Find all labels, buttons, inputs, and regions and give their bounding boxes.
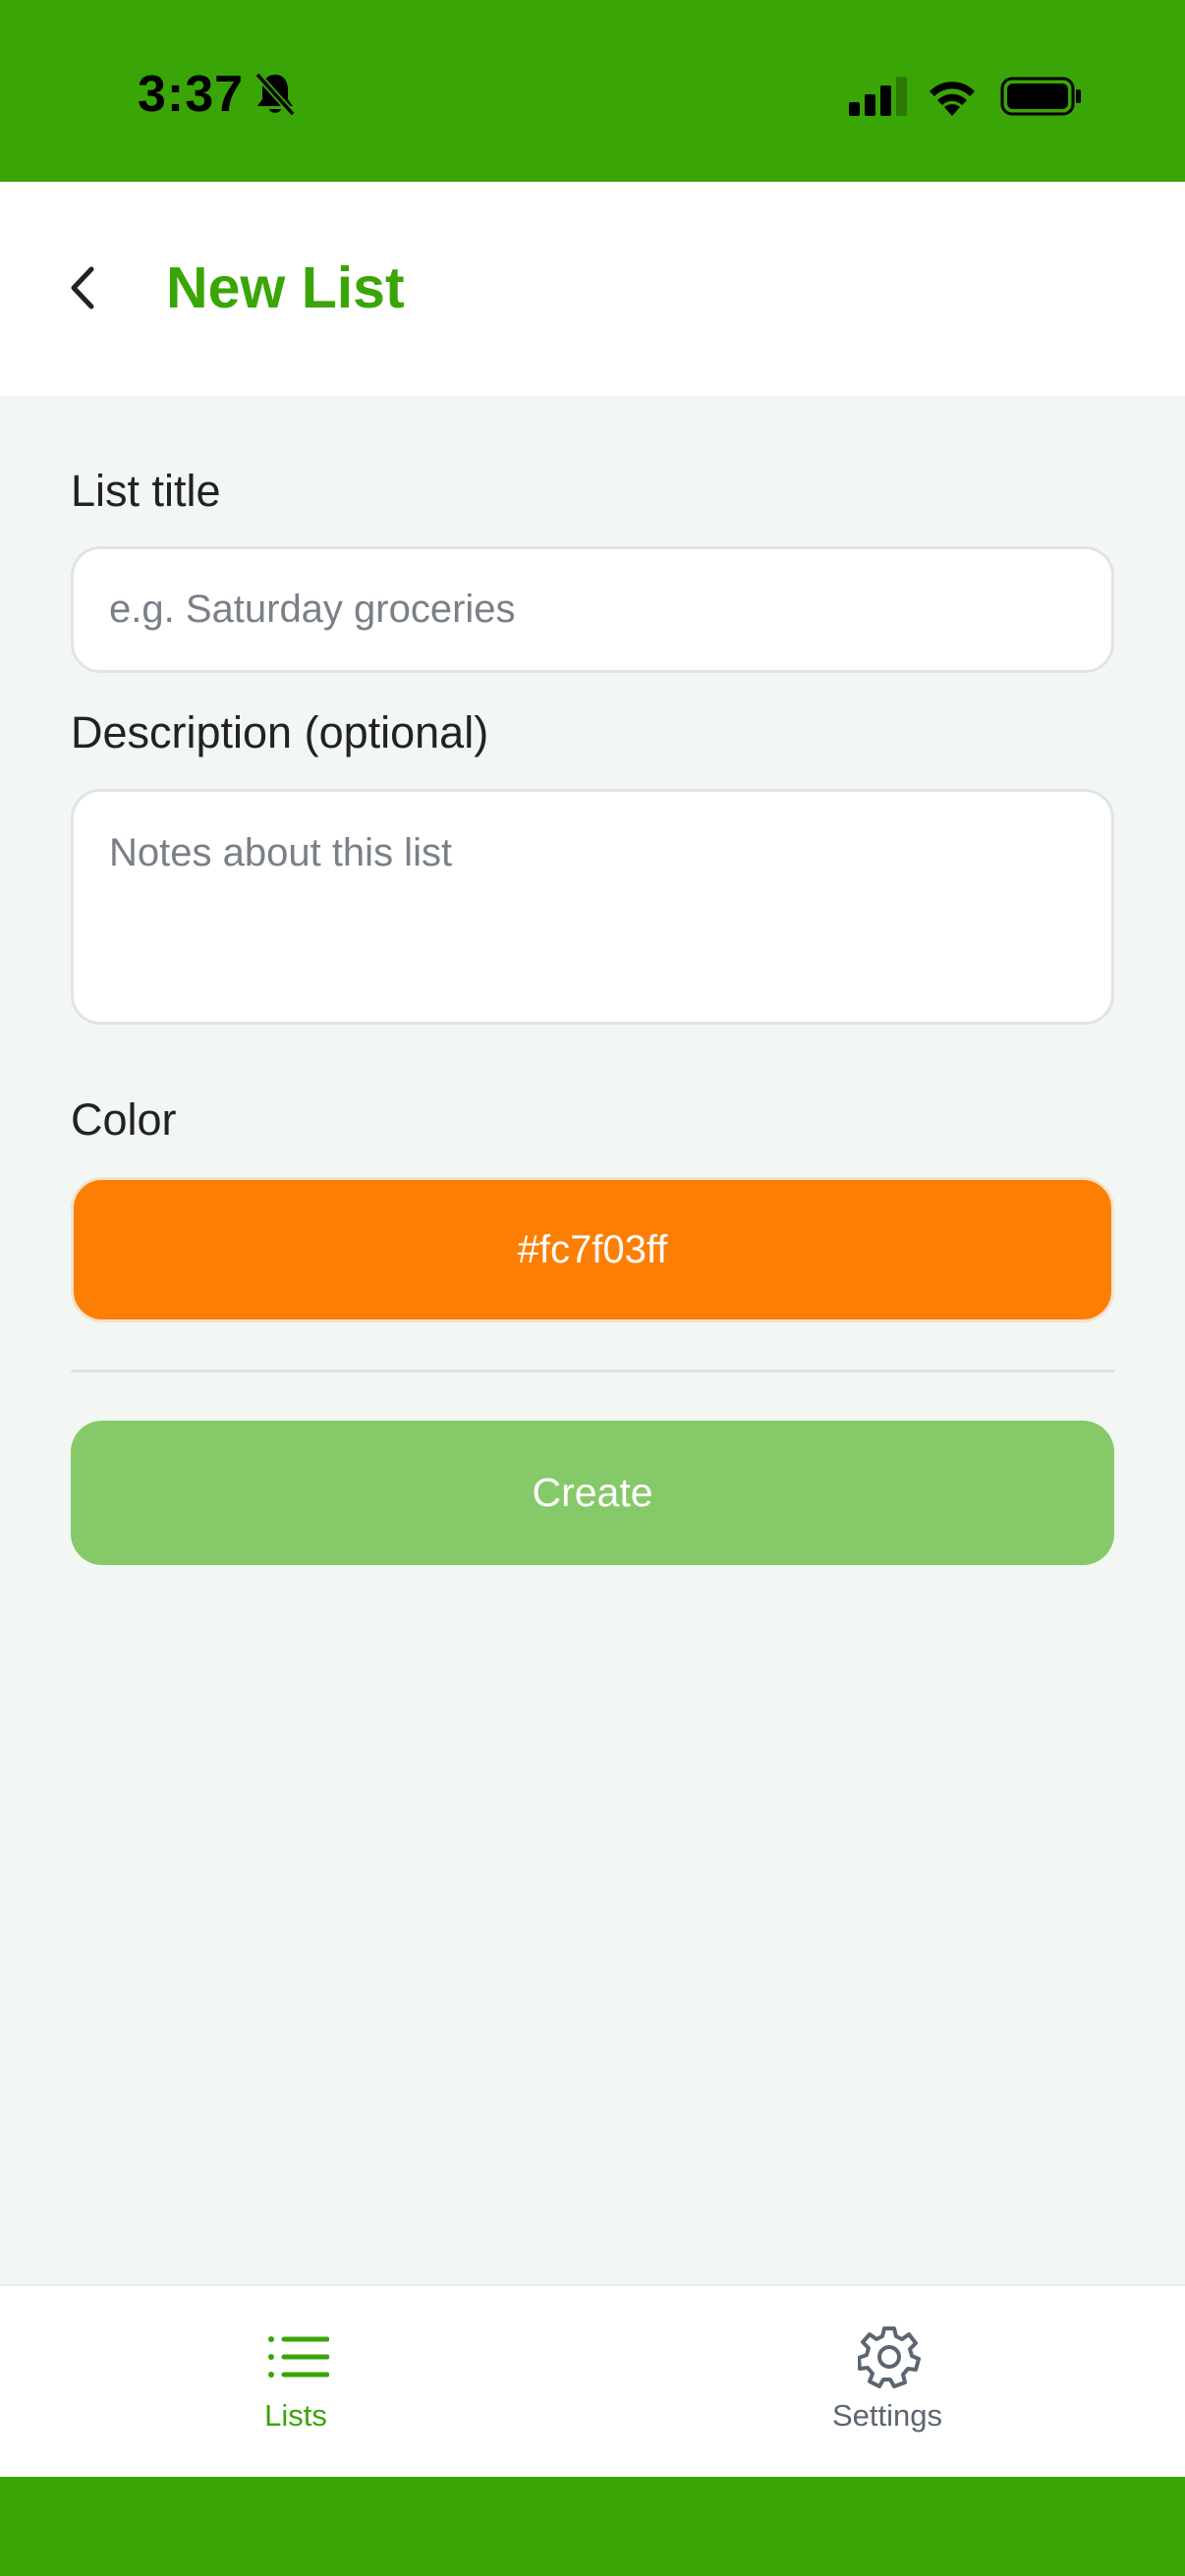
tab-lists[interactable]: Lists [148, 2286, 443, 2479]
page-title: New List [166, 255, 405, 320]
bottom-system-bar [0, 2477, 1185, 2576]
tab-settings-label: Settings [831, 2398, 942, 2433]
create-button[interactable]: Create [71, 1421, 1114, 1565]
chevron-left-icon [71, 266, 94, 309]
description-input[interactable] [71, 789, 1114, 1025]
list-title-label: List title [71, 466, 221, 516]
battery-icon [1000, 77, 1081, 116]
gear-icon [858, 2326, 921, 2388]
description-label: Description (optional) [71, 707, 489, 757]
color-label: Color [71, 1094, 177, 1145]
list-title-input[interactable] [71, 546, 1114, 673]
divider [71, 1370, 1114, 1372]
cellular-signal-icon [849, 77, 907, 116]
list-icon [268, 2336, 329, 2378]
back-button[interactable] [53, 252, 112, 323]
create-button-label: Create [532, 1470, 653, 1515]
color-picker-button[interactable]: #fc7f03ff [71, 1177, 1114, 1322]
tab-settings[interactable]: Settings [740, 2286, 1035, 2479]
tab-bar: Lists Settings [0, 2284, 1185, 2477]
bell-slash-icon [254, 72, 296, 117]
color-value: #fc7f03ff [517, 1227, 668, 1271]
wifi-icon [930, 82, 975, 116]
status-time: 3:37 [138, 66, 245, 123]
header: New List [0, 182, 1185, 396]
tab-lists-label: Lists [264, 2398, 327, 2433]
status-bar: 3:37 [0, 0, 1185, 182]
